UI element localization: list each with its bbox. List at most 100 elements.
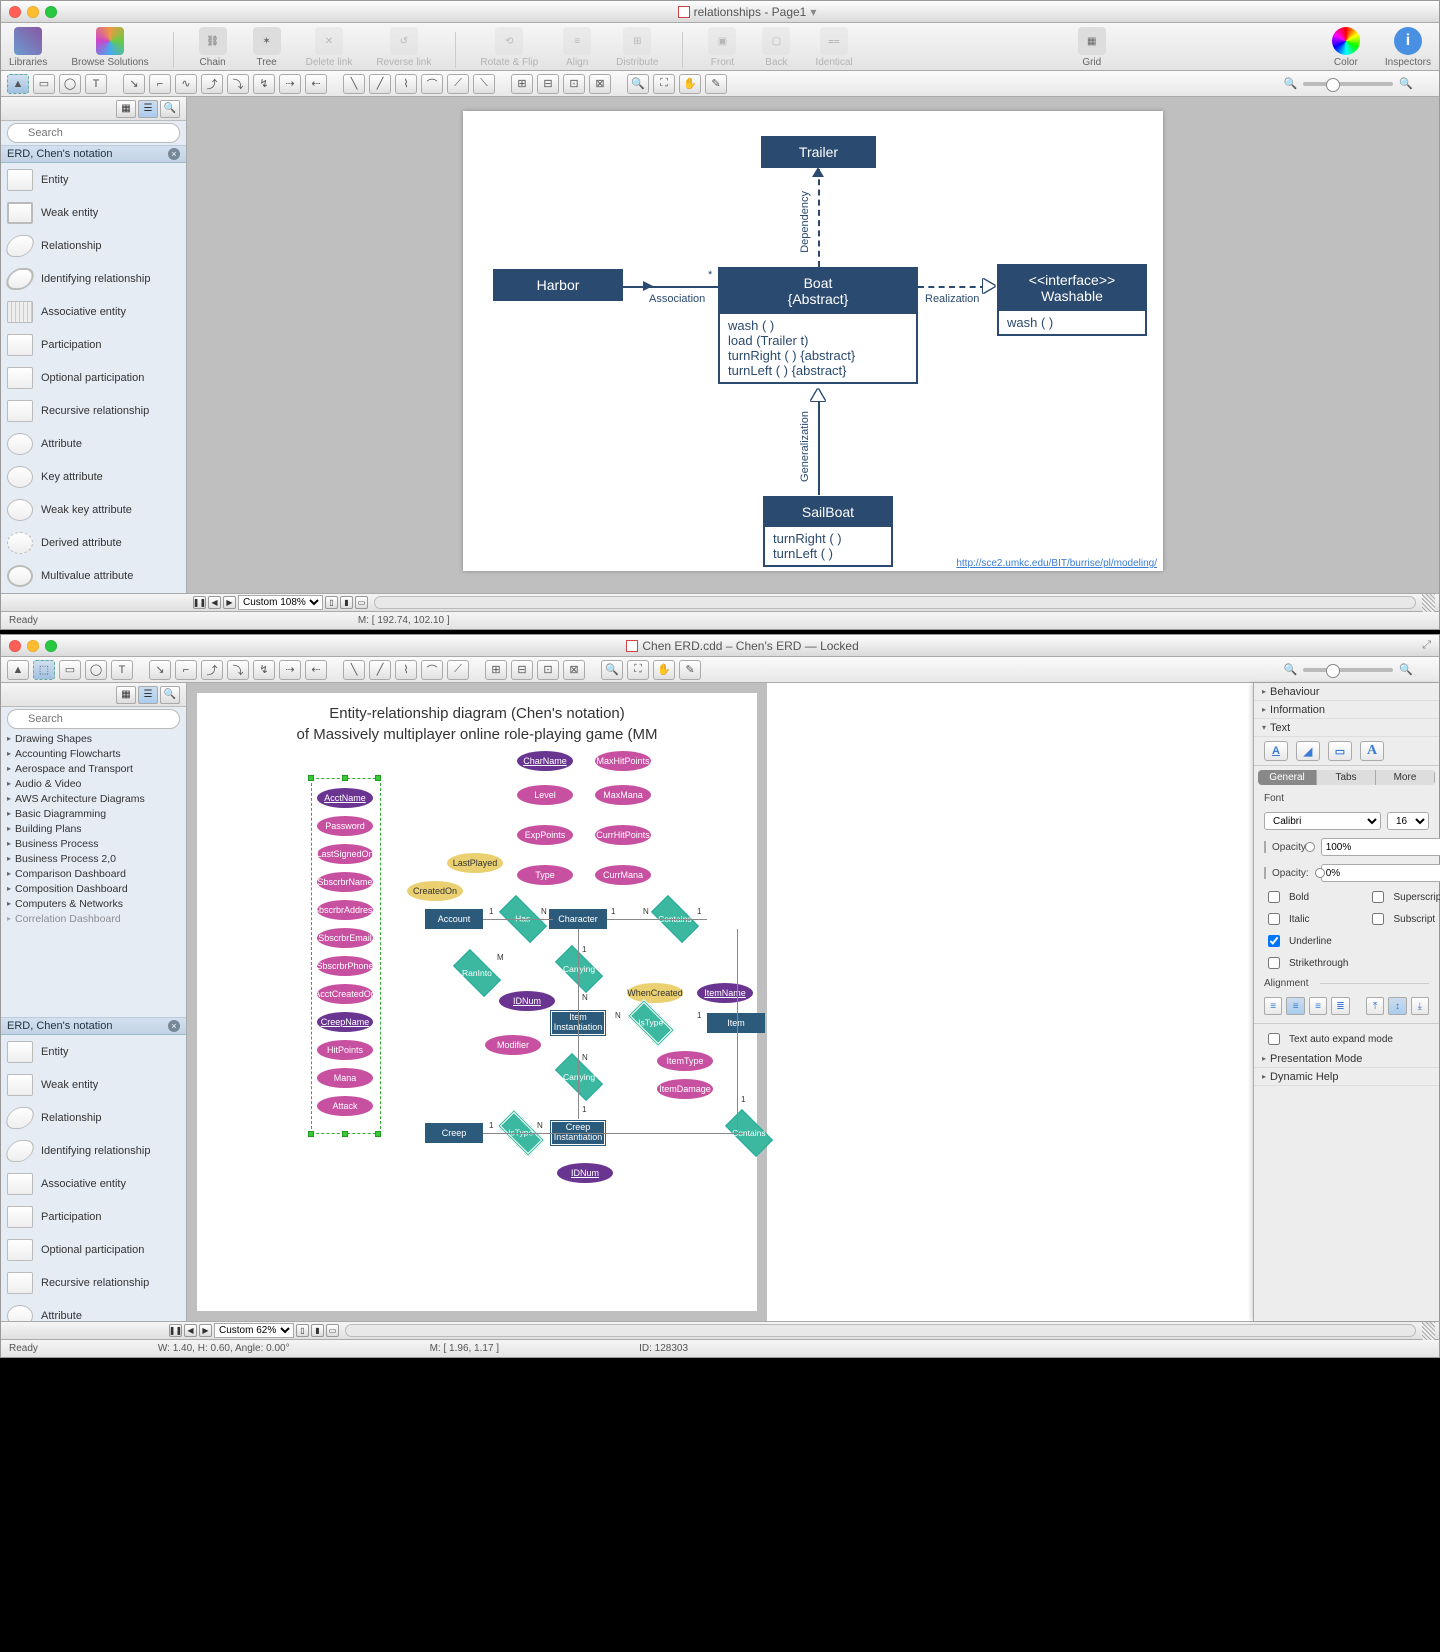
insp-dynamic-help[interactable]: Dynamic Help xyxy=(1254,1068,1439,1086)
minimize-icon[interactable] xyxy=(27,640,39,652)
stencil-weak-entity[interactable]: Weak entity xyxy=(1,196,186,229)
canvas-2[interactable]: Entity-relationship diagram (Chen's nota… xyxy=(187,683,767,1321)
align-right-icon[interactable]: ≡ xyxy=(1309,997,1327,1015)
conn-2[interactable]: ⌐ xyxy=(149,74,171,94)
stencil-assoc-entity[interactable]: Associative entity xyxy=(1,295,186,328)
chk-sub[interactable] xyxy=(1372,913,1384,925)
stencil-recursive[interactable]: Recursive relationship xyxy=(1,394,186,427)
ent-character[interactable]: Character xyxy=(549,909,607,929)
attr-whencreated[interactable]: WhenCreated xyxy=(627,983,683,1003)
attr-maxhp[interactable]: MaxHitPoints xyxy=(595,751,651,771)
c5[interactable]: ↯ xyxy=(253,660,275,680)
next-page-icon[interactable]: ▶ xyxy=(223,596,236,609)
line-4[interactable]: ⌒ xyxy=(421,74,443,94)
conn-4[interactable]: ⤴ xyxy=(201,74,223,94)
attr-exppts[interactable]: ExpPoints xyxy=(517,825,573,845)
zoom-icon[interactable] xyxy=(45,640,57,652)
insp-information[interactable]: Information xyxy=(1254,701,1439,719)
tab-tabs[interactable]: Tabs xyxy=(1317,770,1376,785)
attr-acctcreatedon[interactable]: AcctCreatedOn xyxy=(317,984,373,1004)
tab-general[interactable]: General xyxy=(1258,770,1317,785)
stencil-relationship[interactable]: Relationship xyxy=(1,229,186,262)
hand-icon[interactable]: ✋ xyxy=(653,660,675,680)
line-1[interactable]: ╲ xyxy=(343,74,365,94)
stencil-weak-entity[interactable]: Weak entity xyxy=(1,1068,186,1101)
attr-type[interactable]: Type xyxy=(517,865,573,885)
attr-lastplayed[interactable]: LastPlayed xyxy=(447,853,503,873)
attr-sbscrbraddr[interactable]: SbscrbrAddress xyxy=(317,900,373,920)
prev-page-icon[interactable]: ◀ xyxy=(184,1324,197,1337)
prev-page-icon[interactable]: ◀ xyxy=(208,596,221,609)
box-icon[interactable]: ▭ xyxy=(1328,741,1352,761)
cat-item[interactable]: Business Process 2,0 xyxy=(1,851,186,866)
insp-behaviour[interactable]: Behaviour xyxy=(1254,683,1439,701)
minimize-icon[interactable] xyxy=(27,6,39,18)
c3[interactable]: ⤴ xyxy=(201,660,223,680)
attr-sbscrbrname[interactable]: SbscrbrName xyxy=(317,872,373,892)
vp-2[interactable]: ▮ xyxy=(340,596,353,609)
uml-boat[interactable]: Boat {Abstract} wash ( ) load (Trailer t… xyxy=(718,267,918,384)
cat-item[interactable]: Composition Dashboard xyxy=(1,881,186,896)
conn-3[interactable]: ∿ xyxy=(175,74,197,94)
opacity-1[interactable]: Opacity: xyxy=(1254,834,1439,860)
g3[interactable]: ⊡ xyxy=(537,660,559,680)
font-select[interactable]: Calibri xyxy=(1264,812,1381,830)
opacity-2[interactable]: Opacity: xyxy=(1254,860,1439,886)
ent-account[interactable]: Account xyxy=(425,909,483,929)
attr-sbscrbrphone[interactable]: SbscrbrPhone xyxy=(317,956,373,976)
font-a-icon[interactable]: A xyxy=(1360,741,1384,761)
inspector-tabs[interactable]: General Tabs More xyxy=(1258,770,1435,785)
category-tree[interactable]: Drawing Shapes Accounting Flowcharts Aer… xyxy=(1,731,186,1017)
attr-attack[interactable]: Attack xyxy=(317,1096,373,1116)
search-input-2[interactable] xyxy=(7,709,180,729)
valign-bot-icon[interactable]: ⤓ xyxy=(1411,997,1429,1015)
ent-item[interactable]: Item xyxy=(707,1013,765,1033)
ellipse-tool[interactable]: ◯ xyxy=(59,74,81,94)
cat-item[interactable]: Aerospace and Transport xyxy=(1,761,186,776)
stencil-assoc-entity[interactable]: Associative entity xyxy=(1,1167,186,1200)
attr-maxmana[interactable]: MaxMana xyxy=(595,785,651,805)
titlebar-1[interactable]: relationships - Page1 ▾ xyxy=(1,1,1439,23)
stencil-opt-participation[interactable]: Optional participation xyxy=(1,361,186,394)
attr-itemdamage[interactable]: ItemDamage xyxy=(657,1079,713,1099)
text-tool[interactable]: T xyxy=(85,74,107,94)
zoom-select[interactable]: Custom 108% xyxy=(238,595,323,610)
browse-solutions-button[interactable]: Browse Solutions xyxy=(71,27,148,68)
conn-6[interactable]: ↯ xyxy=(253,74,275,94)
rect-tool[interactable]: ▭ xyxy=(33,74,55,94)
grp-3[interactable]: ⊡ xyxy=(563,74,585,94)
uml-harbor[interactable]: Harbor xyxy=(493,269,623,301)
opacity-2-input[interactable] xyxy=(1321,864,1440,882)
cat-item[interactable]: Building Plans xyxy=(1,821,186,836)
sidebar-view-switch-2[interactable]: ▦ ☰ 🔍 xyxy=(1,683,186,707)
c2[interactable]: ⌐ xyxy=(175,660,197,680)
close-panel-icon[interactable]: × xyxy=(168,148,180,160)
l4[interactable]: ⌒ xyxy=(421,660,443,680)
edit-icon[interactable]: ✎ xyxy=(705,74,727,94)
pause-icon[interactable]: ❚❚ xyxy=(193,596,206,609)
zoom-in-icon-2[interactable]: 🔍 xyxy=(1399,77,1413,90)
search-view-icon[interactable]: 🔍 xyxy=(160,686,180,704)
h-scrollbar[interactable] xyxy=(374,596,1416,609)
stencil-id-relationship[interactable]: Identifying relationship xyxy=(1,1134,186,1167)
zoom-slider-2[interactable]: 🔍🔍 xyxy=(1284,663,1413,676)
conn-8[interactable]: ⇠ xyxy=(305,74,327,94)
stencil-weak-key[interactable]: Weak key attribute xyxy=(1,493,186,526)
titlebar-2[interactable]: Chen ERD.cdd – Chen's ERD — Locked ⤢ xyxy=(1,635,1439,657)
cat-item[interactable]: Basic Diagramming xyxy=(1,806,186,821)
tree-button[interactable]: ✶Tree xyxy=(252,27,282,68)
pointer-tool[interactable]: ▲ xyxy=(7,660,29,680)
g1[interactable]: ⊞ xyxy=(485,660,507,680)
cat-item[interactable]: AWS Architecture Diagrams xyxy=(1,791,186,806)
chk-underline[interactable] xyxy=(1268,935,1280,947)
source-link[interactable]: http://sce2.umkc.edu/BIT/burrise/pl/mode… xyxy=(956,558,1157,569)
zoom-fit-icon[interactable]: ⛶ xyxy=(653,74,675,94)
cat-item[interactable]: Comparison Dashboard xyxy=(1,866,186,881)
cat-item[interactable]: Accounting Flowcharts xyxy=(1,746,186,761)
page-2[interactable]: Entity-relationship diagram (Chen's nota… xyxy=(197,693,757,1311)
c1[interactable]: ↘ xyxy=(149,660,171,680)
stencil-attribute[interactable]: Attribute xyxy=(1,427,186,460)
chk-bold[interactable] xyxy=(1268,891,1280,903)
library-panel-header-2[interactable]: ERD, Chen's notation × xyxy=(1,1017,186,1035)
inspectors-button[interactable]: iInspectors xyxy=(1385,27,1431,68)
